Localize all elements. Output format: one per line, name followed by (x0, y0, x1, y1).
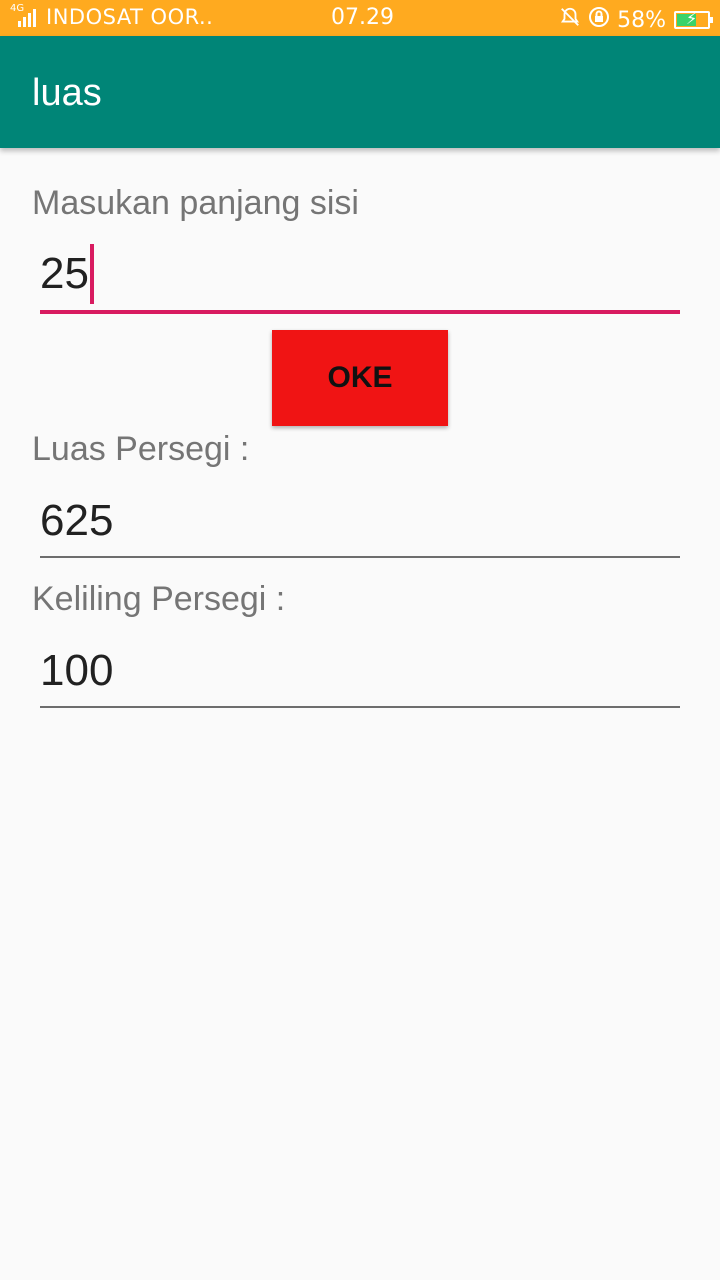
area-label: Luas Persegi : (32, 430, 250, 468)
app-bar: luas (0, 36, 720, 148)
rotation-lock-icon (587, 5, 611, 35)
status-bar: 4G INDOSAT OOR.. 07.29 58% ⚡ (0, 0, 720, 36)
text-cursor (89, 244, 94, 304)
perimeter-value: 100 (40, 646, 114, 695)
signal-icon: 4G (10, 3, 36, 27)
battery-charging-icon: ⚡ (674, 9, 713, 29)
status-left: 4G INDOSAT OOR.. (10, 3, 214, 29)
side-length-value-wrap: 25 (40, 244, 94, 304)
oke-button[interactable]: OKE (272, 330, 448, 426)
battery-percent: 58% (617, 7, 666, 33)
bell-muted-icon (559, 6, 581, 34)
side-length-label: Masukan panjang sisi (32, 184, 359, 222)
side-length-input[interactable]: 25 (40, 244, 680, 314)
area-field[interactable]: 625 (40, 488, 680, 558)
side-length-value: 25 (40, 249, 89, 298)
status-right: 58% ⚡ (559, 5, 713, 35)
perimeter-label: Keliling Persegi : (32, 580, 286, 618)
perimeter-field[interactable]: 100 (40, 638, 680, 708)
status-time: 07.29 (331, 5, 394, 30)
carrier-name: INDOSAT OOR.. (46, 5, 214, 29)
network-type: 4G (10, 3, 25, 14)
area-value: 625 (40, 496, 114, 545)
app-title: luas (32, 72, 102, 114)
